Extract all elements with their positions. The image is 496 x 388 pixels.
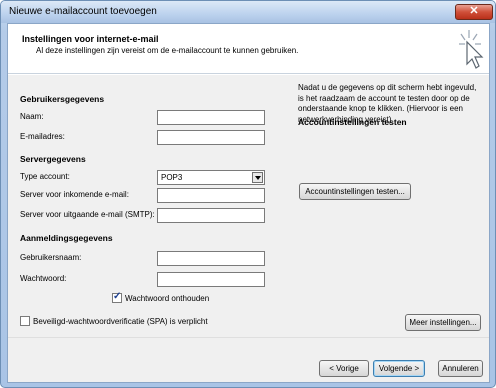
more-settings-button[interactable]: Meer instellingen... <box>405 314 481 331</box>
incoming-server-label: Server voor inkomende e-mail: <box>20 190 129 199</box>
login-section-heading: Aanmeldingsgegevens <box>20 233 113 243</box>
server-section-heading: Servergegevens <box>20 154 86 164</box>
email-field[interactable] <box>157 130 265 145</box>
back-button[interactable]: < Vorige <box>319 360 369 377</box>
header-subtitle: Al deze instellingen zijn vereist om de … <box>36 46 299 55</box>
account-type-select[interactable]: POP3 <box>157 170 265 185</box>
incoming-server-field[interactable] <box>157 188 265 203</box>
spa-label: Beveiligd-wachtwoordverificatie (SPA) is… <box>33 317 208 326</box>
remember-password-label: Wachtwoord onthouden <box>125 294 210 303</box>
account-type-label: Type account: <box>20 172 70 181</box>
next-button[interactable]: Volgende > <box>373 360 425 377</box>
window-title: Nieuwe e-mailaccount toevoegen <box>9 6 157 17</box>
password-field[interactable] <box>157 272 265 287</box>
wizard-header: Instellingen voor internet-e-mail Al dez… <box>8 24 489 74</box>
header-title: Instellingen voor internet-e-mail <box>22 34 159 44</box>
wizard-footer: < Vorige Volgende > Annuleren <box>8 337 489 382</box>
email-label: E-mailadres: <box>20 132 65 141</box>
name-field[interactable] <box>157 110 265 125</box>
remember-password-checkbox[interactable] <box>112 291 122 303</box>
add-account-dialog: Nieuwe e-mailaccount toevoegen ✕ Instell… <box>0 0 496 388</box>
chevron-down-icon[interactable] <box>252 172 263 183</box>
test-description: Nadat u de gegevens op dit scherm hebt i… <box>298 83 477 124</box>
close-button[interactable]: ✕ <box>455 4 493 20</box>
name-label: Naam: <box>20 112 44 121</box>
user-section-heading: Gebruikersgegevens <box>20 94 105 104</box>
username-label: Gebruikersnaam: <box>20 253 82 262</box>
cursor-sparkle-icon <box>459 30 484 69</box>
spa-checkbox[interactable] <box>20 316 30 326</box>
cancel-button[interactable]: Annuleren <box>438 360 483 377</box>
outgoing-server-field[interactable] <box>157 208 265 223</box>
test-account-button[interactable]: Accountinstellingen testen... <box>299 183 411 200</box>
dialog-content: Instellingen voor internet-e-mail Al dez… <box>7 23 490 383</box>
outgoing-server-label: Server voor uitgaande e-mail (SMTP): <box>20 210 155 219</box>
settings-body: Gebruikersgegevens Naam: E-mailadres: Se… <box>8 75 489 337</box>
password-label: Wachtwoord: <box>20 274 67 283</box>
account-type-value: POP3 <box>161 173 183 182</box>
title-bar: Nieuwe e-mailaccount toevoegen ✕ <box>1 1 495 23</box>
username-field[interactable] <box>157 251 265 266</box>
